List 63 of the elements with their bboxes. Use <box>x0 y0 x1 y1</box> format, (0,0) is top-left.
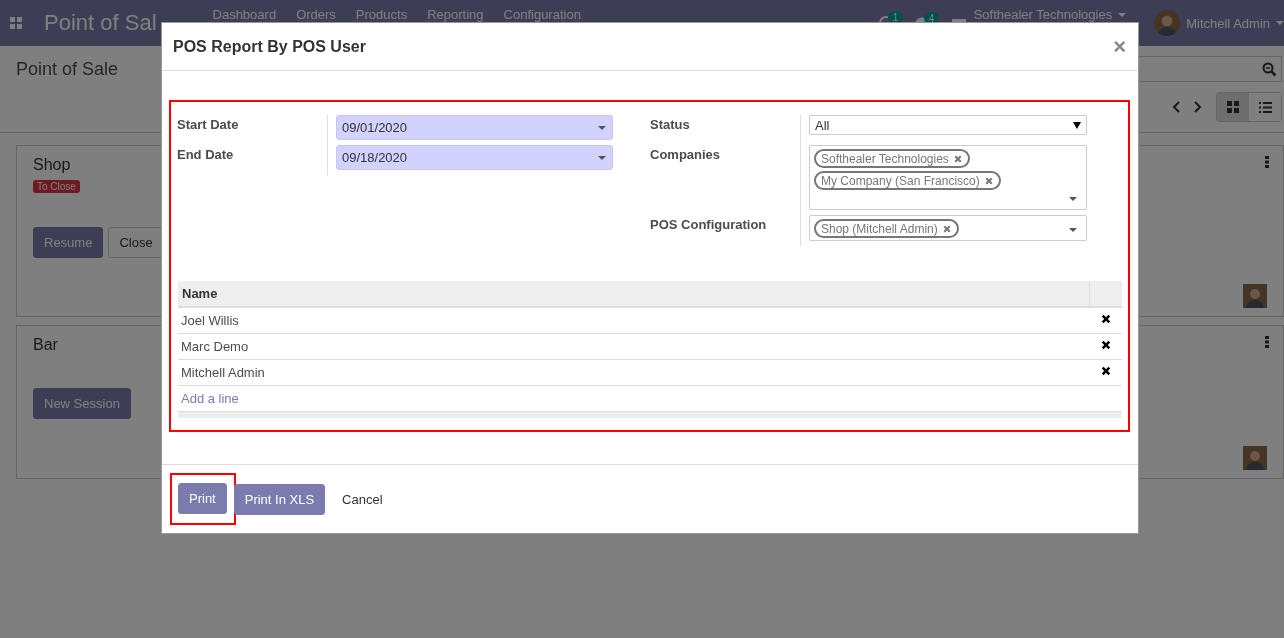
card-button[interactable]: Close <box>108 227 164 258</box>
menu-item[interactable]: Reporting <box>427 7 484 22</box>
caret-icon <box>1069 197 1077 201</box>
field-label: POS Configuration <box>650 216 768 234</box>
field-label: Start Date <box>177 116 240 134</box>
caret-icon <box>598 155 606 160</box>
kebab-menu-icon[interactable] <box>1265 156 1269 168</box>
menu-item[interactable]: Products <box>355 7 408 22</box>
previous-icon[interactable] <box>1172 101 1180 113</box>
close-button[interactable]: × <box>1113 35 1126 58</box>
table-cell: Marc Demo <box>178 333 1090 360</box>
dialog-button[interactable]: Cancel <box>331 483 394 515</box>
avatar <box>1243 284 1267 308</box>
company-switcher[interactable]: Softhealer Technologies <box>973 7 1113 22</box>
breadcrumb[interactable]: Point of Sale <box>16 59 119 132</box>
delete-icon[interactable] <box>1099 339 1112 351</box>
delete-icon[interactable] <box>1099 365 1112 377</box>
list-icon <box>1258 101 1272 113</box>
menu-item[interactable]: Dashboard <box>212 7 277 22</box>
card-title: Bar <box>33 336 58 354</box>
field-label: Status <box>650 116 691 134</box>
date-field[interactable]: 09/01/2020 <box>336 115 613 140</box>
view-toggle[interactable] <box>1217 93 1249 121</box>
dialog-title: POS Report By POS User <box>173 37 366 56</box>
kebab-menu-icon[interactable] <box>1265 336 1269 348</box>
search-icon[interactable] <box>1262 61 1277 77</box>
app-title: Point of Sal <box>44 10 157 36</box>
card-title: Shop <box>33 156 71 174</box>
field-label: End Date <box>177 146 235 164</box>
menu-item[interactable]: Configuration <box>503 7 581 22</box>
caret-icon <box>1069 228 1077 232</box>
caret-icon <box>598 125 606 130</box>
tag: Softhealer Technologies <box>814 149 970 168</box>
delete-icon[interactable] <box>1099 313 1112 325</box>
column-header: Name <box>178 281 1090 307</box>
caret-icon <box>1118 12 1127 17</box>
caret-icon <box>1073 121 1081 129</box>
menu-item[interactable]: Orders <box>296 7 336 22</box>
card-button[interactable]: Resume <box>33 227 104 258</box>
add-line-link[interactable]: Add a line <box>181 391 239 406</box>
date-field[interactable]: 09/18/2020 <box>336 145 613 170</box>
caret-icon <box>1276 21 1284 25</box>
remove-icon[interactable] <box>941 223 952 234</box>
tag: My Company (San Francisco) <box>814 171 1001 190</box>
avatar <box>1154 10 1181 36</box>
dialog-button[interactable]: Print In XLS <box>233 483 326 515</box>
remove-icon[interactable] <box>983 175 994 186</box>
table-cell: Mitchell Admin <box>178 359 1090 386</box>
dialog-button[interactable]: Print <box>178 483 227 514</box>
status-badge: To Close <box>33 180 80 193</box>
tag: Shop (Mitchell Admin) <box>814 219 959 238</box>
avatar <box>1243 446 1267 470</box>
next-icon[interactable] <box>1194 101 1202 113</box>
grid-icon <box>1227 101 1239 113</box>
user-menu[interactable]: Mitchell Admin <box>1186 15 1270 31</box>
apps-menu-icon[interactable] <box>10 17 22 29</box>
table-cell: Joel Willis <box>178 307 1090 334</box>
status-select[interactable]: All <box>809 115 1087 135</box>
field-label: Companies <box>650 146 722 164</box>
remove-icon[interactable] <box>952 153 963 164</box>
companies-field[interactable]: Softhealer Technologies My Company (San Francisco) <box>809 145 1087 210</box>
pos-configuration-field[interactable]: Shop (Mitchell Admin) <box>809 215 1087 241</box>
card-button[interactable]: New Session <box>33 388 131 419</box>
